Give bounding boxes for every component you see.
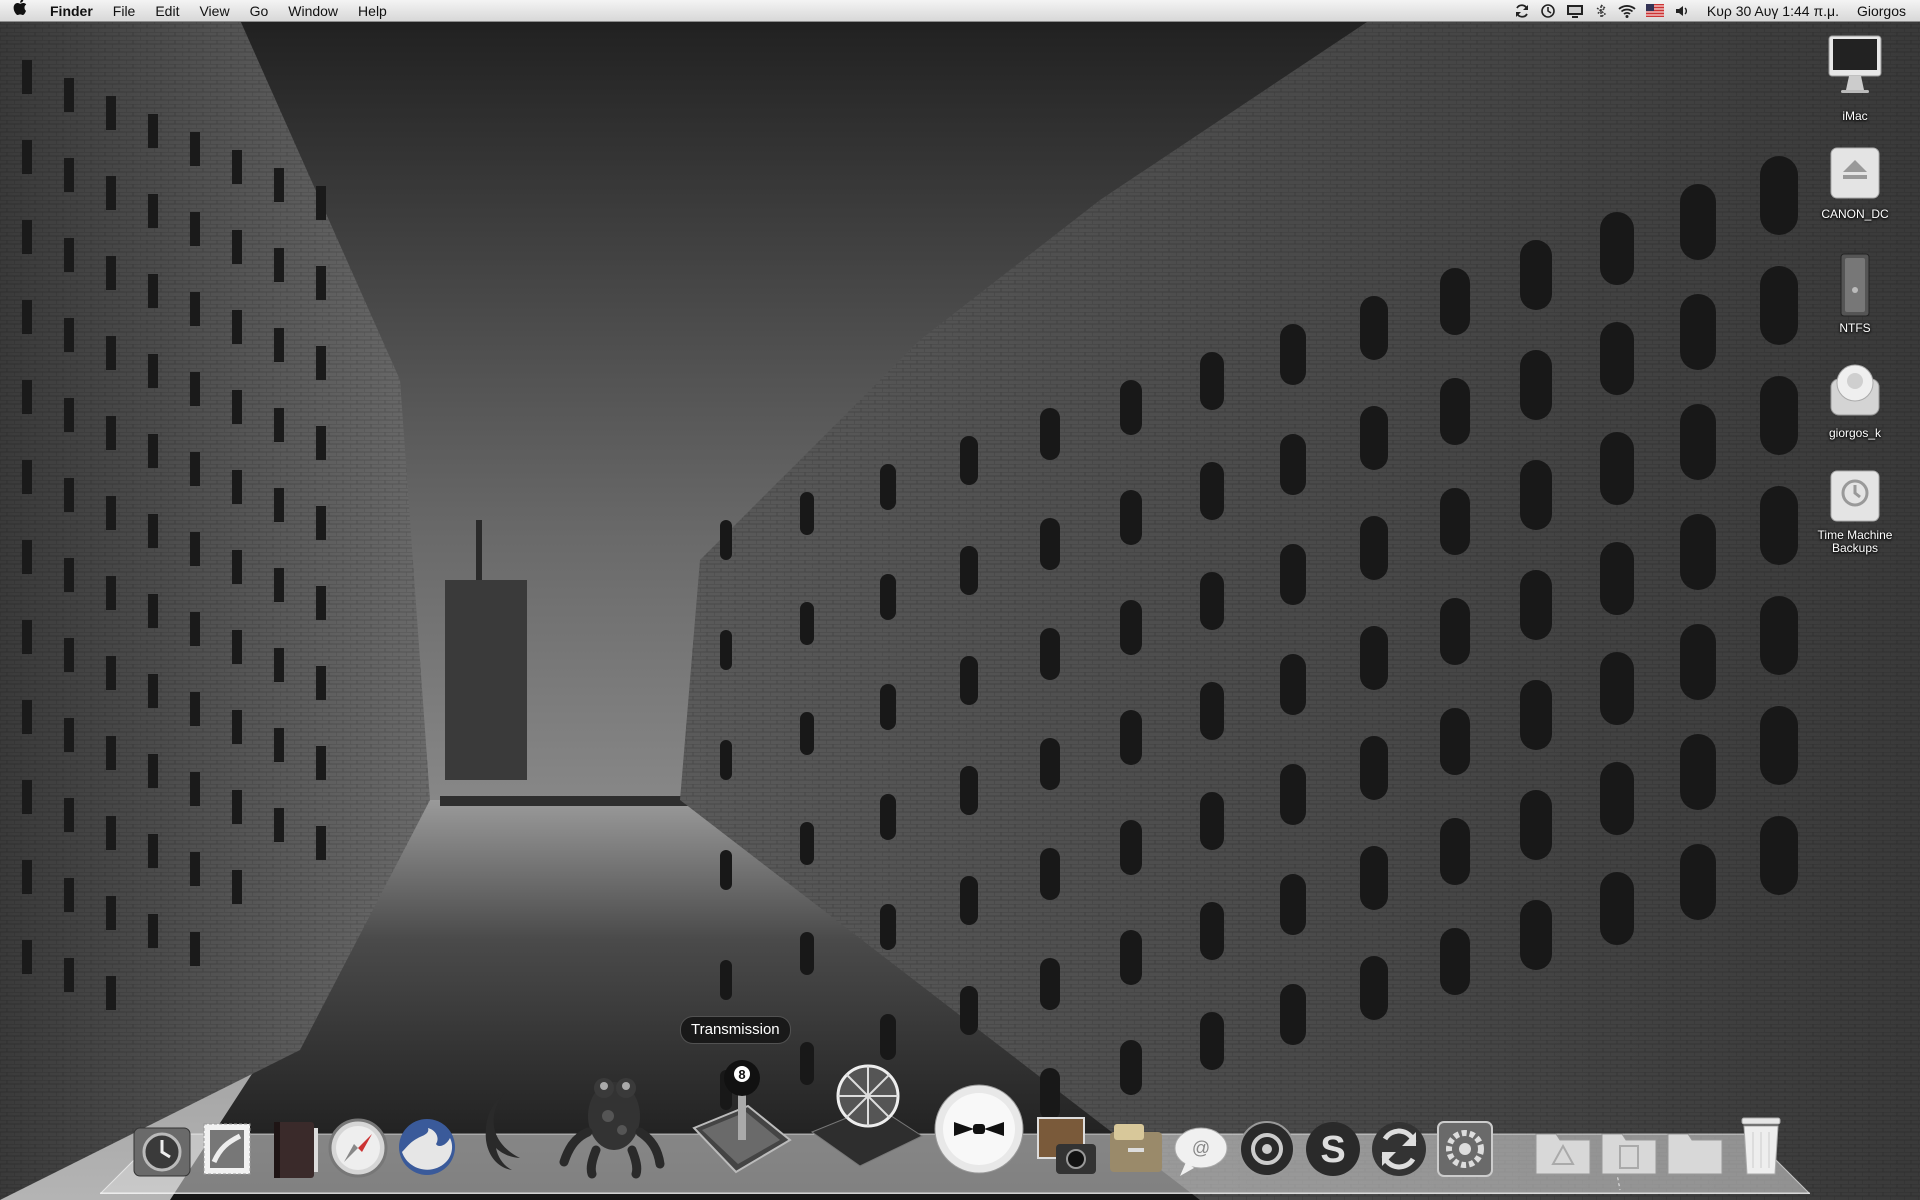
menubar-user[interactable]: Giorgos <box>1857 3 1906 19</box>
aperture-icon[interactable] <box>806 1062 926 1172</box>
skype-icon[interactable]: S <box>1302 1118 1364 1180</box>
menubar-clock[interactable]: Κυρ 30 Αυγ 1:44 π.μ. <box>1707 3 1839 19</box>
desktop-icon-label: NTFS <box>1839 321 1871 335</box>
hard-drive-icon <box>1840 253 1870 317</box>
desktop-icon-label: CANON_DC <box>1821 207 1889 221</box>
desktop-wallpaper <box>0 0 1920 1200</box>
frog-app-icon[interactable] <box>556 1060 666 1180</box>
eject-drive-icon <box>1830 147 1880 199</box>
desktop-icon-canon-dc[interactable]: CANON_DC <box>1800 142 1910 221</box>
applications-folder-icon[interactable] <box>1532 1124 1594 1178</box>
system-preferences-icon[interactable] <box>1434 1118 1496 1180</box>
menu-window[interactable]: Window <box>278 0 348 22</box>
menu-bar: Finder File Edit View Go Window Help Κυρ… <box>0 0 1920 22</box>
mail-stamp-icon[interactable] <box>198 1118 256 1180</box>
user-drive-icon <box>1830 364 1880 416</box>
firefox-icon[interactable] <box>394 1114 460 1180</box>
svg-text:S: S <box>1320 1129 1345 1171</box>
desktop-icon-imac[interactable]: iMac <box>1800 32 1910 123</box>
desktop-icon-time-machine-backups[interactable]: Time Machine Backups <box>1800 465 1910 555</box>
svg-text:@: @ <box>1192 1138 1210 1158</box>
menu-view[interactable]: View <box>189 0 239 22</box>
camino-icon[interactable] <box>476 1088 536 1178</box>
desktop-icon-label: Time Machine Backups <box>1817 528 1893 555</box>
menu-app-finder[interactable]: Finder <box>40 0 103 22</box>
file-cabinet-icon[interactable] <box>1104 1118 1168 1178</box>
display-icon[interactable] <box>1566 3 1584 19</box>
time-machine-app-icon[interactable] <box>130 1120 194 1184</box>
menu-edit[interactable]: Edit <box>145 0 189 22</box>
safari-icon[interactable] <box>326 1116 390 1180</box>
menu-help[interactable]: Help <box>348 0 397 22</box>
adium-icon[interactable] <box>1236 1118 1298 1180</box>
dock-tooltip: Transmission <box>680 1016 791 1044</box>
image-capture-icon[interactable] <box>1034 1112 1100 1180</box>
bluetooth-icon[interactable] <box>1594 3 1608 19</box>
time-machine-drive-icon <box>1830 470 1880 522</box>
apple-icon[interactable] <box>0 0 40 22</box>
menu-file[interactable]: File <box>103 0 146 22</box>
sync-app-icon[interactable] <box>1368 1118 1430 1180</box>
bowtie-icon[interactable] <box>932 1082 1026 1176</box>
desktop-icon-giorgos-k[interactable]: giorgos_k <box>1800 355 1910 440</box>
imac-icon <box>1828 35 1882 93</box>
desktop-icon-label: iMac <box>1842 109 1868 123</box>
volume-icon[interactable] <box>1674 3 1690 19</box>
trash-icon[interactable] <box>1736 1112 1786 1178</box>
desktop-icon-label: giorgos_k <box>1828 426 1882 440</box>
svg-text:8: 8 <box>738 1067 745 1082</box>
menu-go[interactable]: Go <box>240 0 279 22</box>
documents-folder-icon[interactable] <box>1598 1124 1660 1178</box>
wifi-icon[interactable] <box>1618 3 1636 19</box>
desktop-icon-ntfs[interactable]: NTFS <box>1800 250 1910 335</box>
us-flag-icon[interactable] <box>1645 4 1664 17</box>
downloads-folder-icon[interactable] <box>1664 1124 1726 1178</box>
transmission-icon[interactable]: 8 <box>686 1054 796 1178</box>
ichat-icon[interactable]: @ <box>1170 1122 1232 1180</box>
sync-icon[interactable] <box>1514 3 1530 19</box>
address-book-icon[interactable] <box>264 1118 322 1182</box>
time-machine-icon[interactable] <box>1540 3 1556 19</box>
